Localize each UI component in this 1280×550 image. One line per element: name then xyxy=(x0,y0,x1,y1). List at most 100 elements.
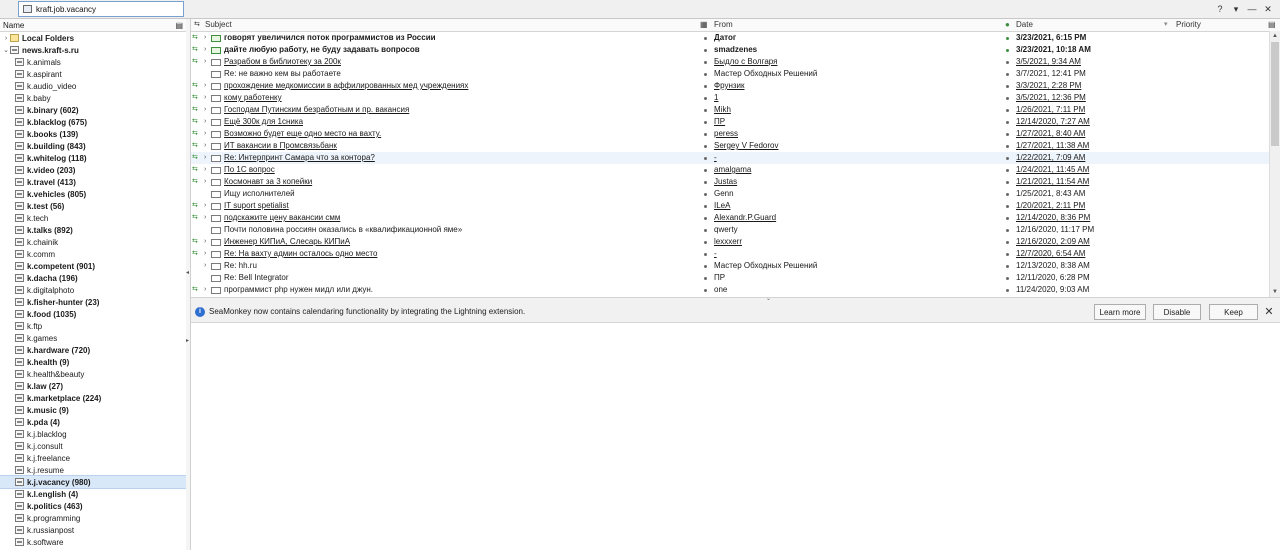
message-row[interactable]: ⇆ › дайте любую работу, не буду задавать в… xyxy=(191,44,1280,56)
junk-status-icon[interactable] xyxy=(1006,109,1009,112)
junk-status-icon[interactable] xyxy=(1006,169,1009,172)
junk-status-icon[interactable] xyxy=(1006,217,1009,220)
folder-item[interactable]: k.baby xyxy=(0,92,186,104)
chevron-right-icon[interactable]: › xyxy=(204,164,210,176)
message-row[interactable]: › Re: hh.ru Мастер Обходных Решений 12/13/2… xyxy=(191,260,1280,272)
folder-item[interactable]: k.l.english (4) xyxy=(0,488,186,500)
read-status-icon[interactable] xyxy=(704,109,707,112)
folder-item[interactable]: k.law (27) xyxy=(0,380,186,392)
chevron-right-icon[interactable]: › xyxy=(204,128,210,140)
chevron-right-icon[interactable]: › xyxy=(204,260,210,272)
learn-more-button[interactable]: Learn more xyxy=(1094,304,1146,320)
junk-status-icon[interactable] xyxy=(1006,289,1009,292)
close-notification-icon[interactable]: ✕ xyxy=(1262,304,1276,320)
junk-status-icon[interactable] xyxy=(1006,193,1009,196)
folder-item[interactable]: k.comm xyxy=(0,248,186,260)
message-row[interactable]: ⇆ › Инженер КИПиА, Слесарь КИПиА lexxxerr 12… xyxy=(191,236,1280,248)
message-row[interactable]: ⇆ › Господам Путинским безработным и пр. в… xyxy=(191,104,1280,116)
thread-icon[interactable]: ⇆ xyxy=(192,140,202,152)
folder-item[interactable]: k.food (1035) xyxy=(0,308,186,320)
message-row[interactable]: ⇆ › говорят увеличился поток программистов… xyxy=(191,32,1280,44)
message-row[interactable]: ⇆ › Возможно будет еще одно место на вахту… xyxy=(191,128,1280,140)
folder-item[interactable]: k.politics (463) xyxy=(0,500,186,512)
folder-item[interactable]: k.fisher-hunter (23) xyxy=(0,296,186,308)
read-status-icon[interactable] xyxy=(704,265,707,268)
read-status-icon[interactable] xyxy=(704,133,707,136)
folder-item[interactable]: k.vehicles (805) xyxy=(0,188,186,200)
folder-item[interactable]: k.video (203) xyxy=(0,164,186,176)
junk-status-icon[interactable]: ● xyxy=(1005,19,1010,31)
folder-item[interactable]: k.software xyxy=(0,536,186,548)
junk-status-icon[interactable] xyxy=(1006,97,1009,100)
folder-item[interactable]: ⌄ news.kraft-s.ru xyxy=(0,44,186,56)
disable-button[interactable]: Disable xyxy=(1153,304,1201,320)
from-column-header[interactable]: From xyxy=(714,19,733,31)
thread-icon[interactable]: ⇆ xyxy=(192,284,202,296)
junk-status-icon[interactable] xyxy=(1006,229,1009,232)
thread-icon[interactable]: ⇆ xyxy=(192,236,202,248)
folder-item[interactable]: k.music (9) xyxy=(0,404,186,416)
thread-icon[interactable]: ⇆ xyxy=(192,212,202,224)
read-status-icon[interactable] xyxy=(704,37,707,40)
chevron-right-icon[interactable]: › xyxy=(204,104,210,116)
message-row[interactable]: Почти половина россиян оказались в «квал… xyxy=(191,224,1280,236)
folder-item[interactable]: k.aspirant xyxy=(0,68,186,80)
junk-status-icon[interactable] xyxy=(1006,37,1009,40)
message-row[interactable]: ⇆ › По 1С вопрос amalgama 1/24/2021, 11:45 A… xyxy=(191,164,1280,176)
message-row[interactable]: ⇆ › Космонавт за 3 копейки Justas 1/21/2021,… xyxy=(191,176,1280,188)
thread-icon[interactable]: ⇆ xyxy=(192,200,202,212)
folder-item[interactable]: k.audio_video xyxy=(0,80,186,92)
read-status-icon[interactable] xyxy=(704,169,707,172)
read-status-icon[interactable] xyxy=(704,241,707,244)
folder-item[interactable]: k.j.resume xyxy=(0,464,186,476)
close-icon[interactable]: ✕ xyxy=(1262,3,1274,15)
folder-item[interactable]: k.marketplace (224) xyxy=(0,392,186,404)
read-status-icon[interactable] xyxy=(704,97,707,100)
thread-icon[interactable]: ⇆ xyxy=(192,32,202,44)
thread-icon[interactable]: ⇆ xyxy=(192,56,202,68)
thread-scrollbar[interactable]: ▲ ▼ xyxy=(1269,31,1280,297)
junk-status-icon[interactable] xyxy=(1006,133,1009,136)
folder-item[interactable]: k.animals xyxy=(0,56,186,68)
message-row[interactable]: ⇆ › Разрабом в библиотеку за 200к Быдло с В… xyxy=(191,56,1280,68)
junk-status-icon[interactable] xyxy=(1006,181,1009,184)
message-row[interactable]: ⇆ › Re: Интерпринт Самара что за контора? -… xyxy=(191,152,1280,164)
folder-item[interactable]: k.blacklog (675) xyxy=(0,116,186,128)
keep-button[interactable]: Keep xyxy=(1209,304,1258,320)
priority-column-header[interactable]: Priority xyxy=(1176,19,1201,31)
minimize-icon[interactable]: — xyxy=(1246,3,1258,15)
read-status-icon[interactable] xyxy=(704,181,707,184)
thread-icon[interactable]: ⇆ xyxy=(192,164,202,176)
chevron-right-icon[interactable]: › xyxy=(204,284,210,296)
folder-item[interactable]: k.j.blacklog xyxy=(0,428,186,440)
message-row[interactable]: ⇆ › подскажите цену вакансии смм Alexandr.P… xyxy=(191,212,1280,224)
folder-item[interactable]: k.test (56) xyxy=(0,200,186,212)
junk-status-icon[interactable] xyxy=(1006,73,1009,76)
folder-item[interactable]: k.ftp xyxy=(0,320,186,332)
chevron-down-icon[interactable]: ⌄ xyxy=(2,46,10,54)
tab-kraft-job-vacancy[interactable]: kraft.job.vacancy xyxy=(18,1,184,17)
chevron-right-icon[interactable]: › xyxy=(204,176,210,188)
folder-item[interactable]: k.travel (413) xyxy=(0,176,186,188)
chevron-right-icon[interactable]: › xyxy=(2,35,10,42)
folder-item[interactable]: k.hardware (720) xyxy=(0,344,186,356)
date-column-header[interactable]: Date xyxy=(1016,19,1033,31)
thread-icon[interactable]: ⇆ xyxy=(192,152,202,164)
junk-status-icon[interactable] xyxy=(1006,49,1009,52)
read-status-icon[interactable] xyxy=(704,217,707,220)
chevron-right-icon[interactable]: › xyxy=(204,56,210,68)
folder-item[interactable]: k.dacha (196) xyxy=(0,272,186,284)
read-status-icon[interactable] xyxy=(704,61,707,64)
folder-item[interactable]: k.j.vacancy (980) xyxy=(0,475,186,489)
read-status-icon[interactable] xyxy=(704,205,707,208)
read-status-icon[interactable] xyxy=(704,145,707,148)
chevron-right-icon[interactable]: › xyxy=(204,212,210,224)
scroll-down-icon[interactable]: ▼ xyxy=(1270,287,1280,297)
folder-item[interactable]: k.russianpost xyxy=(0,524,186,536)
junk-status-icon[interactable] xyxy=(1006,61,1009,64)
thread-icon[interactable]: ⇆ xyxy=(192,116,202,128)
message-row[interactable]: ⇆ › кому работенку 1 3/5/2021, 12:36 PM xyxy=(191,92,1280,104)
folder-item[interactable]: k.j.freelance xyxy=(0,452,186,464)
message-row[interactable]: Re: Bell Integrator ПР 12/11/2020, 6:28 PM xyxy=(191,272,1280,284)
thread-column-icon[interactable]: ⇆ xyxy=(194,19,203,31)
